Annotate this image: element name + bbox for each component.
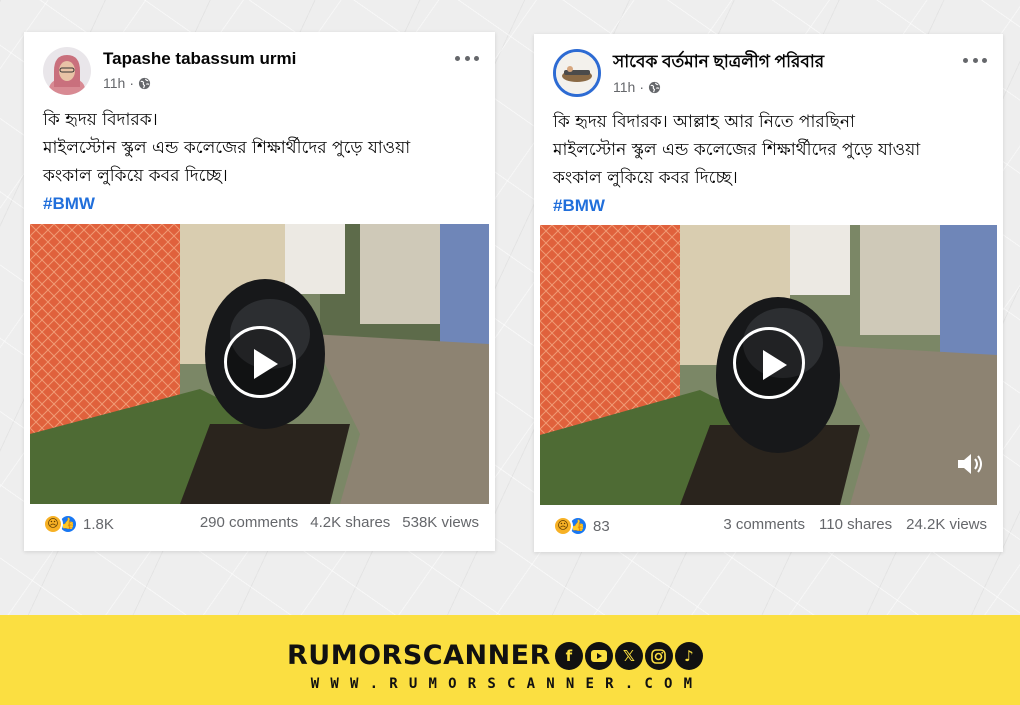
post-text-line: কংকাল লুকিয়ে কবর দিচ্ছে।: [43, 166, 228, 186]
post-meta: 11h ·: [103, 75, 151, 91]
post-stats: ☹ 👍 1.8K 290 comments 4.2K shares 538K v…: [43, 514, 479, 538]
author-name[interactable]: সাবেক বর্তমান ছাত্রলীগ পরিবার: [613, 49, 824, 77]
views-count: 24.2K views: [906, 516, 987, 533]
reaction-count: 83: [593, 517, 610, 535]
shares-count[interactable]: 4.2K shares: [310, 514, 390, 531]
video-player[interactable]: [30, 224, 489, 504]
play-icon[interactable]: [732, 327, 805, 399]
author-avatar[interactable]: [553, 49, 601, 97]
shares-count[interactable]: 110 shares: [819, 516, 892, 533]
play-icon[interactable]: [223, 326, 296, 398]
youtube-icon[interactable]: [584, 642, 613, 670]
globe-icon: [138, 77, 151, 89]
video-player[interactable]: [540, 225, 997, 505]
footer-banner: RUMORSCANNER f 𝕏 ♪ WWW.RUMORSCANNER.COM: [0, 615, 1020, 705]
brand-lockup: RUMORSCANNER f 𝕏 ♪: [287, 641, 703, 671]
facebook-post-card: Tapashe tabassum urmi 11h · কি হৃদয় বিদ…: [24, 32, 495, 551]
reaction-count: 1.8K: [83, 515, 114, 533]
social-icons: f 𝕏 ♪: [554, 642, 703, 670]
post-text-line: মাইলস্টোন স্কুল এন্ড কলেজের শিক্ষার্থীদে…: [43, 138, 411, 158]
post-time[interactable]: 11h: [103, 75, 125, 91]
reaction-summary[interactable]: ☹ 👍 1.8K: [43, 514, 114, 534]
hashtag-link[interactable]: #BMW: [553, 192, 989, 220]
author-name[interactable]: Tapashe tabassum urmi: [103, 49, 296, 69]
hashtag-link[interactable]: #BMW: [43, 190, 481, 218]
post-header: সাবেক বর্তমান ছাত্রলীগ পরিবার 11h ·: [553, 49, 991, 101]
website-url[interactable]: WWW.RUMORSCANNER.COM: [285, 676, 729, 692]
post-stats: ☹ 👍 83 3 comments 110 shares 24.2K views: [553, 516, 987, 540]
post-meta: 11h ·: [613, 79, 661, 95]
x-icon[interactable]: 𝕏: [614, 642, 643, 670]
post-time[interactable]: 11h: [613, 79, 635, 95]
more-options-icon[interactable]: [961, 49, 989, 71]
post-text-line: কংকাল লুকিয়ে কবর দিচ্ছে।: [553, 168, 738, 188]
instagram-icon[interactable]: [644, 642, 673, 670]
comments-count[interactable]: 290 comments: [200, 514, 298, 531]
comments-count[interactable]: 3 comments: [723, 516, 805, 533]
views-count: 538K views: [402, 514, 479, 531]
post-text: কি হৃদয় বিদারক। মাইলস্টোন স্কুল এন্ড কল…: [43, 106, 481, 218]
author-avatar[interactable]: [43, 47, 91, 95]
reaction-summary[interactable]: ☹ 👍 83: [553, 516, 610, 536]
facebook-post-card: সাবেক বর্তমান ছাত্রলীগ পরিবার 11h · কি হ…: [534, 34, 1003, 552]
facebook-icon[interactable]: f: [554, 642, 583, 670]
post-text-line: মাইলস্টোন স্কুল এন্ড কলেজের শিক্ষার্থীদে…: [553, 140, 921, 160]
speaker-icon[interactable]: [955, 451, 985, 477]
post-text-line: কি হৃদয় বিদারক। আল্লাহ আর নিতে পারছিনা: [553, 112, 855, 132]
brand-logo: RUMORSCANNER: [287, 640, 551, 671]
post-text-line: কি হৃদয় বিদারক।: [43, 110, 158, 130]
post-header: Tapashe tabassum urmi 11h ·: [43, 47, 483, 99]
tiktok-icon[interactable]: ♪: [674, 642, 703, 670]
more-options-icon[interactable]: [453, 47, 481, 69]
post-text: কি হৃদয় বিদারক। আল্লাহ আর নিতে পারছিনা …: [553, 108, 989, 220]
engagement-counts: 3 comments 110 shares 24.2K views: [723, 516, 987, 533]
engagement-counts: 290 comments 4.2K shares 538K views: [200, 514, 479, 531]
sad-reaction-icon: ☹: [43, 514, 63, 534]
globe-icon: [648, 81, 661, 93]
sad-reaction-icon: ☹: [553, 516, 573, 536]
